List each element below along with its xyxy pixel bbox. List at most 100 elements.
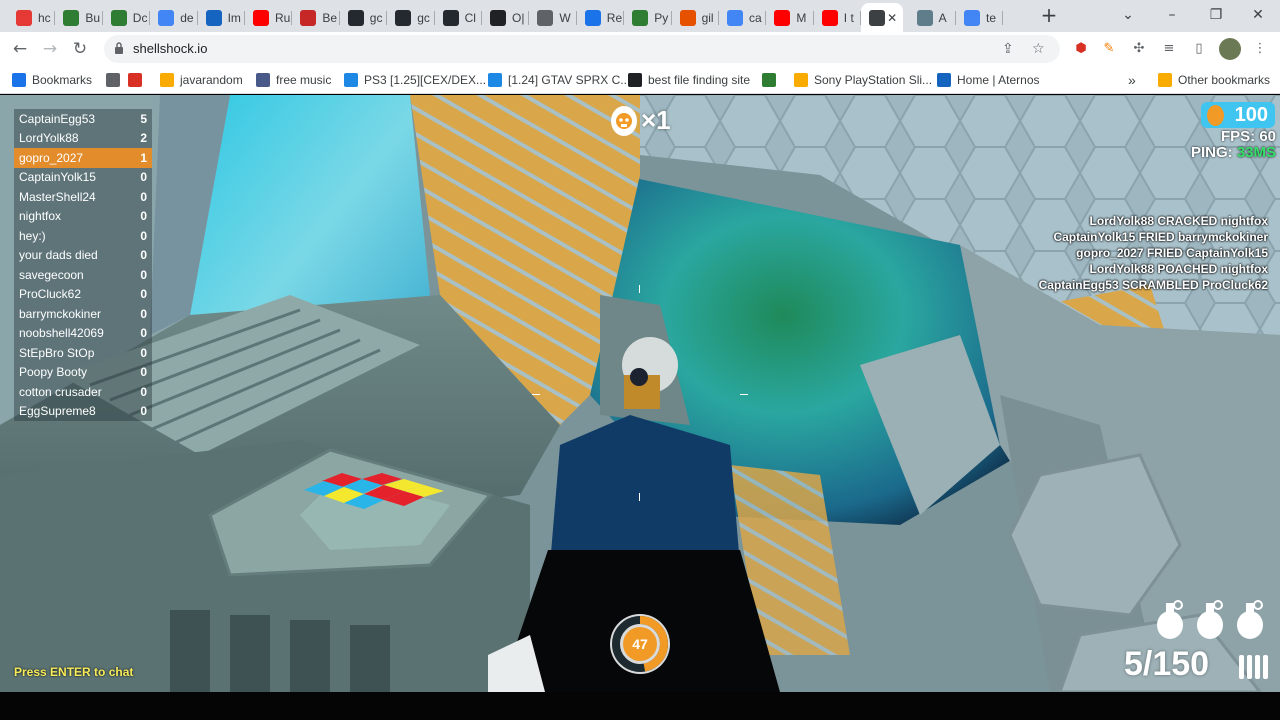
browser-tab[interactable]: ✕ xyxy=(861,3,904,32)
player-score: 0 xyxy=(140,248,147,263)
tab-search-icon[interactable]: ⌄ xyxy=(1106,0,1150,30)
player-name: CaptainEgg53 xyxy=(19,111,96,126)
bookmark-item[interactable]: Home | Aternos xyxy=(937,71,1040,89)
player-name: MasterShell24 xyxy=(19,189,96,204)
player-name: savegecoon xyxy=(19,267,84,282)
player-score: 0 xyxy=(140,365,147,380)
player-score: 0 xyxy=(140,267,147,282)
close-window-button[interactable]: ✕ xyxy=(1236,0,1280,30)
browser-tab[interactable]: A xyxy=(909,3,956,32)
browser-tab[interactable]: gc xyxy=(387,3,435,32)
profile-avatar[interactable] xyxy=(1219,38,1241,60)
tab-label: gil xyxy=(701,10,714,25)
player-name: barrymckokiner xyxy=(19,306,102,321)
browser-tab[interactable]: O| xyxy=(482,3,530,32)
menu-kebab-icon[interactable]: ⋮ xyxy=(1251,40,1269,58)
minimize-button[interactable]: – xyxy=(1150,0,1194,30)
media-control-icon[interactable]: ≡ xyxy=(1160,40,1178,58)
browser-tab[interactable]: Dc xyxy=(103,3,151,32)
bookmark-item[interactable]: Sony PlayStation Sli... xyxy=(794,71,932,89)
tab-label: W xyxy=(559,10,571,25)
leaderboard-row: cotton crusader 0 xyxy=(14,382,152,402)
browser-tab[interactable]: gil xyxy=(672,3,719,32)
bookmark-item[interactable]: Other bookmarks xyxy=(1158,71,1270,89)
tab-strip: hc Bu Dc de Im Ru Be gc gc Cl O| W Re Py gil ca M I t ✕ Ate… xyxy=(0,0,1280,32)
bookmark-item[interactable]: best file finding site xyxy=(628,71,750,89)
close-tab-icon[interactable]: ✕ xyxy=(887,11,897,25)
leaderboard-row: noobshell42069 0 xyxy=(14,323,152,343)
bookmark-item[interactable]: [1.24] GTAV SPRX C... xyxy=(488,71,630,89)
bookmark-item[interactable]: PS3 [1.25][CEX/DEX... xyxy=(344,71,486,89)
browser-tab[interactable]: ca xyxy=(719,3,767,32)
browser-tab[interactable]: Im xyxy=(198,3,245,32)
bookmark-icon xyxy=(12,73,26,87)
bookmark-label: [1.24] GTAV SPRX C... xyxy=(508,73,631,87)
extension-shield-icon[interactable]: ⬢ xyxy=(1072,40,1090,58)
player-score: 0 xyxy=(140,170,147,185)
browser-tab[interactable]: gc xyxy=(340,3,388,32)
player-score: 1 xyxy=(140,150,147,165)
bookmark-item[interactable] xyxy=(762,71,782,89)
dot-icon xyxy=(584,9,601,26)
tab-label: Re xyxy=(606,10,623,25)
crosshair-top xyxy=(639,285,640,293)
browser-tab[interactable]: de xyxy=(150,3,198,32)
browser-tab[interactable]: te xyxy=(956,3,1004,32)
extensions-puzzle-icon[interactable]: ✣ xyxy=(1130,40,1148,58)
bookmark-star-icon[interactable]: ☆ xyxy=(1032,41,1045,57)
leaderboard-row: hey:) 0 xyxy=(14,226,152,246)
browser-tab[interactable]: Bu xyxy=(55,3,103,32)
game-viewport[interactable]: CaptainEgg53 5 LordYolk88 2 gopro_2027 1 Capta… xyxy=(0,95,1280,692)
grenade-counter xyxy=(1157,600,1263,639)
leaderboard-row: CaptainEgg53 5 xyxy=(14,109,152,129)
bullets-icon xyxy=(1239,655,1268,679)
bookmark-item[interactable]: javarandom xyxy=(160,71,243,89)
restore-button[interactable]: ❐ xyxy=(1194,0,1238,30)
egg-count: 100 xyxy=(1234,103,1268,126)
player-name: nightfox xyxy=(19,209,62,224)
player-name: ProCluck62 xyxy=(19,287,82,302)
hand-icon xyxy=(679,9,696,26)
crosshair-left xyxy=(532,394,540,395)
kill-feed-entry: CaptainEgg53 SCRAMBLED ProCluck62 xyxy=(1038,278,1268,292)
github-icon xyxy=(442,9,459,26)
browser-tab[interactable]: Py xyxy=(624,3,672,32)
browser-tab[interactable]: Re xyxy=(577,3,625,32)
bookmark-icon xyxy=(128,73,142,87)
back-button[interactable]: ← xyxy=(8,37,32,61)
player-name: StEpBro StOp xyxy=(19,345,95,360)
bookmark-item[interactable]: free music xyxy=(256,71,331,89)
google-icon xyxy=(158,9,175,26)
tab-label: Bu xyxy=(85,10,101,25)
browser-tab[interactable]: Be xyxy=(292,3,340,32)
browser-tab[interactable]: I t xyxy=(814,3,862,32)
health-ring: 47 xyxy=(606,609,674,679)
side-panel-icon[interactable]: ▯ xyxy=(1190,40,1208,58)
share-icon[interactable]: ⇪ xyxy=(1002,41,1014,57)
browser-tab[interactable]: Ru xyxy=(245,3,293,32)
leaderboard-row: savegecoon 0 xyxy=(14,265,152,285)
new-tab-button[interactable]: + xyxy=(1038,4,1060,26)
browser-tab[interactable]: Cl xyxy=(435,3,482,32)
tab-separator xyxy=(1002,11,1004,25)
bookmark-item[interactable] xyxy=(128,71,148,89)
address-bar[interactable]: shellshock.io ⇪ ☆ xyxy=(104,35,1060,63)
bookmark-icon xyxy=(1158,73,1172,87)
browser-tab[interactable]: M xyxy=(766,3,814,32)
forward-button[interactable]: → xyxy=(38,37,62,61)
bookmark-item[interactable] xyxy=(106,71,126,89)
bookmark-item[interactable]: Bookmarks xyxy=(12,71,92,89)
more-bookmarks-chevron-icon[interactable]: » xyxy=(1128,71,1136,89)
bookmark-icon xyxy=(762,73,776,87)
player-score: 0 xyxy=(140,189,147,204)
reload-button[interactable]: ↻ xyxy=(68,37,92,61)
tab-label: A xyxy=(938,10,947,25)
extension-edit-icon[interactable]: ✎ xyxy=(1100,40,1118,58)
browser-tab[interactable]: W xyxy=(529,3,577,32)
egg-currency-badge[interactable]: 100 xyxy=(1201,102,1275,128)
browser-tab[interactable]: hc xyxy=(8,3,56,32)
kill-feed-entry: LordYolk88 CRACKED nightfox xyxy=(1089,214,1268,228)
bookmark-icon xyxy=(106,73,120,87)
fps-readout: FPS: 60 xyxy=(1221,128,1276,145)
leaderboard: CaptainEgg53 5 LordYolk88 2 gopro_2027 1 Capta… xyxy=(14,109,152,421)
